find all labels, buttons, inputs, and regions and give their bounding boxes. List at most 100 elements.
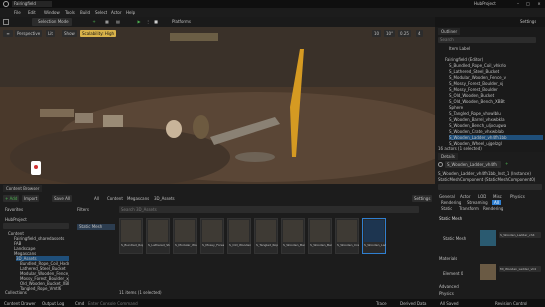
outliner-row[interactable]: S_Mossy_Forest_Boulder (449, 87, 543, 92)
outliner-search-input[interactable]: Search (438, 37, 536, 43)
menu-build[interactable]: Build (80, 10, 90, 15)
add-button[interactable]: + Add (3, 195, 20, 202)
actor-name-field[interactable]: S_Wooden_Ladder_vh4fh (445, 161, 501, 168)
trace-button[interactable]: Trace (376, 301, 387, 306)
menu-help[interactable]: Help (126, 10, 135, 15)
revision-control-button[interactable]: Revision Control (495, 301, 527, 306)
details-subtab-rendering[interactable]: Rendering (483, 206, 503, 211)
asset-tile[interactable]: S_Wooden_Barrel (281, 218, 305, 254)
outliner-row[interactable]: S_Old_Wooden_Bucket (449, 93, 543, 98)
derived-data-button[interactable]: Derived Data (400, 301, 427, 306)
content-browser-tab[interactable]: Content Browser (3, 185, 43, 192)
details-tab-rendering[interactable]: Rendering (441, 200, 461, 205)
save-icon[interactable] (3, 19, 9, 25)
details-tab-general[interactable]: General (439, 194, 455, 199)
tree-item[interactable]: Tangled_Rope_Vmtl6 (20, 286, 69, 291)
tree-item[interactable]: Fairingfield_sharedassets (14, 236, 69, 241)
settings-button[interactable]: Settings (520, 19, 536, 24)
component-label[interactable]: StaticMeshComponent (StaticMeshComponent… (438, 177, 542, 182)
path-all[interactable]: All (94, 196, 99, 201)
section-static-mesh[interactable]: Static Mesh (439, 216, 462, 221)
asset-search-input[interactable]: Search 3D_Assets (119, 206, 419, 213)
outliner-row[interactable]: S_Modular_Wooden_Fence_v (449, 75, 543, 80)
close-icon[interactable]: × (535, 0, 543, 8)
filter-chip-static-mesh[interactable]: Static Mesh (77, 224, 115, 230)
cinematics-icon[interactable]: ▤ (114, 18, 122, 26)
grid-snap-button[interactable]: 10 (372, 30, 382, 37)
outliner-row[interactable]: S_Old_Wooden_Bench_XBBt (449, 99, 543, 104)
outliner-row-selected[interactable]: S_Wooden_Ladder_vh4fh1bb (449, 135, 543, 140)
asset-tile[interactable]: S_Wooden_Crate (335, 218, 359, 254)
asset-tile[interactable]: S_Modular_Wooden_Fence (173, 218, 197, 254)
outliner-row[interactable]: S_Lathered_Steel_Bucket (449, 69, 543, 74)
outliner-row[interactable]: S_Wooden_Barrel_vhxwbkla (449, 117, 543, 122)
details-subtab-transform[interactable]: Transform (459, 206, 479, 211)
console-input[interactable]: Enter Console Command (88, 301, 168, 306)
asset-tile-selected[interactable]: S_Wooden_Ladder (362, 218, 386, 254)
cb-settings-button[interactable]: Settings (412, 195, 433, 202)
add-component-button[interactable]: + (505, 161, 508, 166)
path-content[interactable]: Content (107, 196, 123, 201)
section-physics[interactable]: Physics (439, 291, 454, 296)
save-all-button[interactable]: Save All (52, 195, 73, 202)
add-actor-icon[interactable]: + (90, 18, 98, 26)
details-tab-lod[interactable]: LOD (478, 194, 486, 199)
section-advanced[interactable]: Advanced (439, 284, 459, 289)
play-options-icon[interactable]: ⋮ (144, 18, 152, 26)
perspective-button[interactable]: Perspective (15, 30, 43, 37)
play-icon[interactable]: ▶ (135, 18, 143, 26)
outliner-row[interactable]: S_Tangled_Rope_vhxwlblu (449, 111, 543, 116)
details-tab-streaming[interactable]: Streaming (467, 200, 488, 205)
material-picker[interactable]: MI_Wooden_Ladder_vh4 (499, 266, 541, 272)
scale-snap-button[interactable]: 0.25 (398, 30, 411, 37)
camera-speed-button[interactable]: 4 (416, 30, 423, 37)
asset-tile[interactable]: S_Lathered_Steel_Bucket (146, 218, 170, 254)
outliner-row[interactable]: Sphere (449, 105, 543, 110)
output-log-button[interactable]: Output Log (42, 301, 64, 306)
lit-button[interactable]: Lit (46, 30, 55, 37)
details-search-input[interactable] (438, 184, 542, 190)
instance-label[interactable]: S_Wooden_Ladder_vh4fh1bb_Inst_1 (Instanc… (438, 171, 542, 176)
details-tab-physics[interactable]: Physics (510, 194, 525, 199)
menu-file[interactable]: File (14, 10, 21, 15)
asset-tile[interactable]: S_Tangled_Rope (254, 218, 278, 254)
path-megascans[interactable]: Megascans (127, 196, 149, 201)
details-tab-all[interactable]: All (492, 200, 501, 205)
content-drawer-button[interactable]: Content Drawer (4, 301, 36, 306)
angle-snap-button[interactable]: 10° (384, 30, 396, 37)
tree-search-input[interactable] (3, 223, 69, 229)
menu-edit[interactable]: Edit (28, 10, 36, 15)
level-viewport[interactable]: ≡ Perspective Lit Show Scalability: High… (0, 27, 435, 184)
details-tab-actor[interactable]: Actor (460, 194, 471, 199)
path-3d-assets[interactable]: 3D_Assets (154, 196, 175, 201)
menu-select[interactable]: Select (95, 10, 107, 15)
maximize-icon[interactable]: □ (524, 0, 532, 8)
asset-tile[interactable]: S_Mossy_Forest_Boulder (200, 218, 224, 254)
stop-icon[interactable]: ■ (152, 18, 160, 26)
project-section[interactable]: HubProject (5, 217, 27, 222)
level-tab[interactable]: Fairingfield (12, 1, 52, 7)
favorites-section[interactable]: Favorites (5, 207, 23, 212)
details-tab-misc[interactable]: Misc (493, 194, 502, 199)
outliner-row[interactable]: S_Wooden_Bench_uljxcugwa (449, 123, 543, 128)
blueprint-icon[interactable]: ▦ (103, 18, 111, 26)
menu-actor[interactable]: Actor (111, 10, 122, 15)
static-mesh-picker[interactable]: S_Wooden_Ladder_vh4 (499, 232, 541, 238)
selection-mode-button[interactable]: Selection Mode (32, 18, 72, 26)
import-button[interactable]: Import (22, 195, 40, 202)
details-tab[interactable]: Details (438, 153, 458, 160)
menu-tools[interactable]: Tools (65, 10, 75, 15)
outliner-level[interactable]: Fairingfield (Editor) (445, 57, 483, 62)
section-materials[interactable]: Materials (439, 256, 457, 261)
all-saved-indicator[interactable]: All Saved (440, 301, 459, 306)
menu-window[interactable]: Window (44, 10, 60, 15)
outliner-row[interactable]: S_Wooden_Crate_vhxwblab (449, 129, 543, 134)
show-button[interactable]: Show (62, 30, 77, 37)
outliner-row[interactable]: S_Mossy_Forest_Boulder_xj (449, 81, 543, 86)
outliner-row[interactable]: S_Bundled_Rope_Coil_vhkrlo (449, 63, 543, 68)
asset-tile[interactable]: S_Bundled_Rope_Coil_vhkc (119, 218, 143, 254)
outliner-tab[interactable]: Outliner (438, 28, 461, 35)
asset-tile[interactable]: S_Old_Wooden_Bucket (227, 218, 251, 254)
collections-section[interactable]: Collections (5, 290, 27, 295)
details-subtab-static[interactable]: Static (441, 206, 452, 211)
